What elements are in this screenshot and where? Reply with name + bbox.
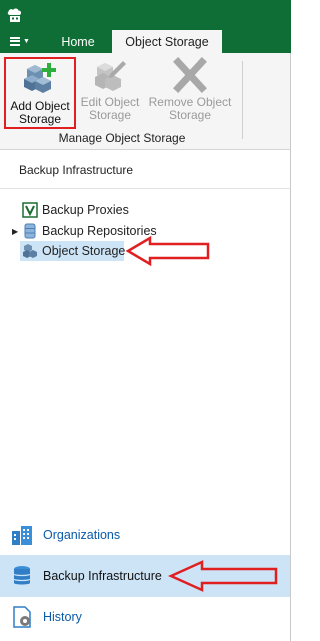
ribbon: Add Object Storage Edit Object Storage R…: [0, 53, 291, 150]
history-icon: [13, 606, 31, 628]
tab-object-storage[interactable]: Object Storage: [112, 30, 222, 53]
app-titlebar: [0, 0, 291, 29]
edit-object-storage-label-line2: Storage: [88, 108, 132, 122]
tree-item-label: Backup Proxies: [42, 203, 129, 217]
app-logo-icon[interactable]: [6, 6, 24, 24]
repository-icon: [24, 223, 36, 239]
ribbon-separator: [242, 61, 243, 139]
edit-object-storage-button[interactable]: Edit Object Storage: [78, 57, 142, 129]
hamburger-icon: [10, 36, 21, 46]
main-menu-button[interactable]: ▼: [4, 31, 36, 51]
add-object-storage-button[interactable]: Add Object Storage: [4, 57, 76, 129]
nav-label: Organizations: [43, 528, 121, 542]
tree-item-label: Object Storage: [42, 244, 126, 258]
nav-label: Backup Infrastructure: [43, 569, 162, 583]
edit-object-storage-icon: [95, 61, 126, 91]
navigation-pane-title: Backup Infrastructure: [0, 151, 291, 189]
ribbon-tab-bar: ▼ Home Object Storage: [0, 29, 291, 53]
database-icon: [13, 566, 31, 585]
organizations-icon: [12, 526, 32, 545]
remove-object-storage-label-line2: Storage: [168, 108, 212, 122]
tab-home[interactable]: Home: [50, 30, 106, 53]
annotation-arrow-icon: [126, 236, 210, 266]
tree-item-backup-proxies[interactable]: Backup Proxies: [0, 200, 291, 220]
pane-border: [290, 53, 291, 641]
nav-label: History: [43, 610, 82, 624]
nav-organizations[interactable]: Organizations: [0, 514, 291, 556]
remove-object-storage-button[interactable]: Remove Object Storage: [146, 57, 234, 129]
object-storage-icon: [23, 244, 37, 258]
add-object-storage-label-line2: Storage: [18, 112, 62, 126]
proxy-icon: [22, 202, 38, 218]
remove-icon: [173, 57, 207, 93]
ribbon-group-label: Manage Object Storage: [58, 131, 186, 145]
chevron-down-icon: ▼: [23, 37, 30, 45]
annotation-arrow-icon: [168, 560, 278, 592]
nav-history[interactable]: History: [0, 596, 291, 638]
add-object-storage-icon: [24, 63, 56, 93]
expand-arrow-icon[interactable]: ▶: [12, 227, 18, 236]
